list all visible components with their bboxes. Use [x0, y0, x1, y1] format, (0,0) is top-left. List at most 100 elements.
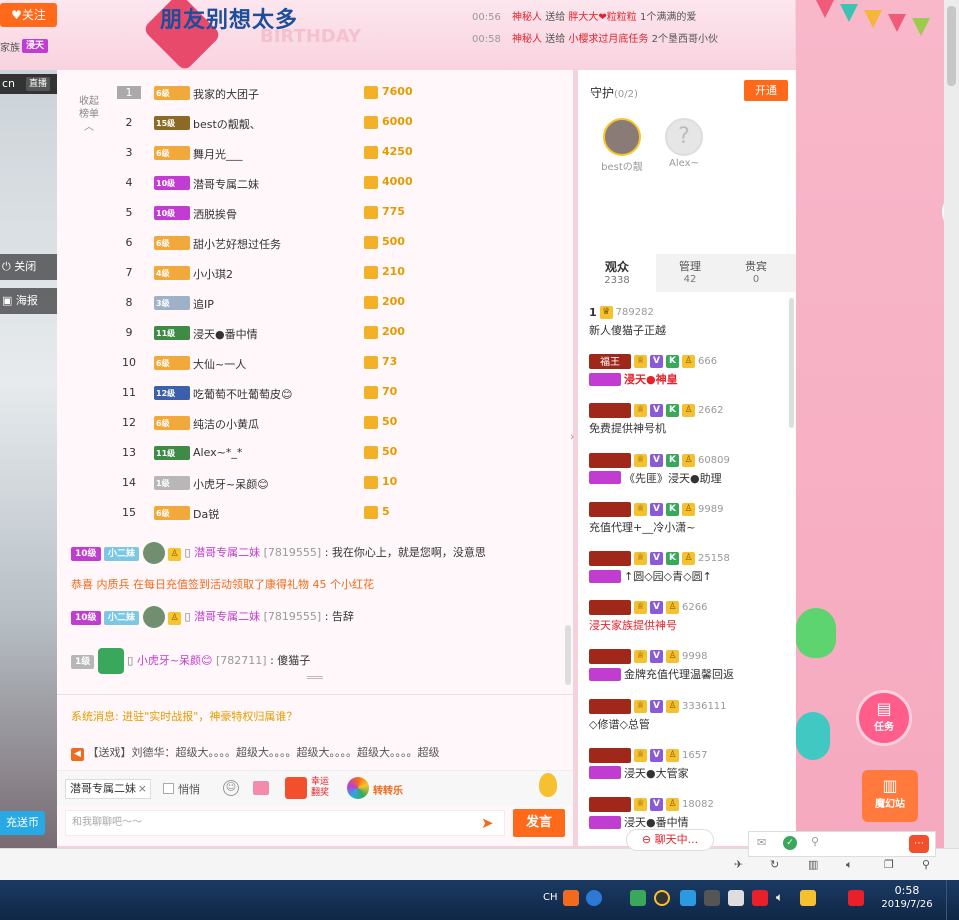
rank-user-name[interactable]: 甜小艺好想过任务	[193, 236, 281, 252]
rank-row[interactable]: 9 11级 浸天●番中情 200	[57, 318, 573, 348]
check-icon[interactable]: ✓	[783, 836, 797, 850]
rank-row[interactable]: 4 10级 潜哥专属二妹 4000	[57, 168, 573, 198]
emoji-icon[interactable]: ☺	[223, 780, 239, 796]
chat-scrollbar[interactable]	[565, 625, 571, 685]
tab-audience[interactable]: 观众 2338	[578, 254, 656, 292]
trash-icon[interactable]: ▥	[808, 858, 818, 871]
rank-row[interactable]: 1 6级 我家的大团子 7600	[57, 78, 573, 108]
send-button[interactable]: 发言	[513, 809, 565, 837]
audience-name[interactable]: ↑圆◇园◇青◇圆↑	[624, 568, 712, 584]
app-icon[interactable]	[728, 890, 744, 906]
audience-item[interactable]: ♕ V ♙ 1657 浸天●大管家	[589, 747, 789, 781]
avatar[interactable]	[97, 648, 124, 674]
audience-name[interactable]: 免费提供神号机	[589, 420, 666, 436]
rank-user-name[interactable]: Alex~*_*	[193, 446, 242, 459]
rank-user-name[interactable]: 大仙~一人	[193, 356, 246, 372]
audience-item[interactable]: 福王 ♕ V K ♙ 666 浸天●神皇	[589, 353, 789, 387]
rank-row[interactable]: 10 6级 大仙~一人 73	[57, 348, 573, 378]
audience-name[interactable]: 浸天●番中情	[624, 814, 689, 830]
collapse-arrow-icon[interactable]: ›	[570, 430, 574, 443]
cake-icon[interactable]	[253, 781, 269, 795]
rank-row[interactable]: 12 6级 纯洁の小黄瓜 50	[57, 408, 573, 438]
keyboard-icon[interactable]	[704, 890, 720, 906]
audience-name[interactable]: 充值代理+__冷小潇~	[589, 519, 695, 535]
audience-name[interactable]: 《先匪》浸天●助理	[624, 470, 722, 486]
clock[interactable]: 0:58 2019/7/26	[876, 884, 938, 910]
tab-vip[interactable]: 贵宾 0	[724, 254, 788, 292]
rank-user-name[interactable]: 舞月光___	[193, 146, 243, 162]
audience-name[interactable]: 浸天●大管家	[624, 765, 689, 781]
task-widget[interactable]: ▤ 任务	[856, 690, 912, 746]
rank-user-name[interactable]: 小虎牙~呆颜😊	[193, 476, 269, 492]
spin-label[interactable]: 转转乐	[373, 782, 403, 797]
rank-row[interactable]: 3 6级 舞月光___ 4250	[57, 138, 573, 168]
guard-member[interactable]: bestの靓	[600, 118, 644, 173]
rank-row[interactable]: 2 15级 bestの靓靓、 6000	[57, 108, 573, 138]
rank-row[interactable]: 7 4级 小小琪2 210	[57, 258, 573, 288]
message-icon[interactable]: ⋯	[909, 835, 929, 853]
app-icon[interactable]	[654, 890, 670, 906]
help-icon[interactable]	[586, 890, 602, 906]
audience-item[interactable]: ♕ V ♙ 9998 金牌充值代理温馨回返	[589, 648, 789, 682]
chat-user[interactable]: 潜哥专属二妹	[194, 546, 260, 559]
security-icon[interactable]	[752, 890, 768, 906]
rank-user-name[interactable]: Da锐	[193, 506, 219, 522]
rank-row[interactable]: 6 6级 甜小艺好想过任务 500	[57, 228, 573, 258]
input-method-icon[interactable]	[563, 890, 579, 906]
speaker-icon[interactable]: 🔈︎	[776, 890, 792, 906]
flag-icon[interactable]	[848, 890, 864, 906]
audience-name[interactable]: 金牌充值代理温馨回返	[624, 666, 734, 682]
rank-user-name[interactable]: 吃葡萄不吐葡萄皮😊	[193, 386, 292, 402]
window-icon[interactable]: ❐	[884, 858, 894, 871]
rank-row[interactable]: 13 11级 Alex~*_* 50	[57, 438, 573, 468]
poster-button[interactable]: ▣ 海报	[0, 288, 57, 314]
rank-user-name[interactable]: bestの靓靓、	[193, 116, 261, 132]
follow-button[interactable]: ♥关注	[0, 3, 57, 27]
chat-input[interactable]: 和我聊聊吧～～	[65, 810, 505, 836]
audience-name[interactable]: 浸天●神皇	[624, 371, 678, 387]
close-icon[interactable]: ×	[138, 780, 147, 798]
rank-user-name[interactable]: 小小琪2	[193, 266, 233, 282]
chat-user[interactable]: 小虎牙~呆颜😊	[137, 654, 213, 667]
spin-wheel-icon[interactable]	[347, 777, 369, 799]
whisper-checkbox[interactable]	[163, 783, 174, 794]
shield-icon[interactable]	[800, 890, 816, 906]
network-icon[interactable]	[680, 890, 696, 906]
rank-row[interactable]: 5 10级 洒脱挨骨 775	[57, 198, 573, 228]
avatar[interactable]	[142, 606, 165, 628]
rocket-icon[interactable]: ✈	[734, 858, 743, 871]
tab-admin[interactable]: 管理 42	[656, 254, 724, 292]
chat-user[interactable]: 潜哥专属二妹	[194, 610, 260, 623]
drag-handle[interactable]	[307, 676, 323, 679]
rank-user-name[interactable]: 潜哥专属二妹	[193, 176, 259, 192]
close-video-button[interactable]: ⏻ 关闭	[0, 254, 57, 280]
target-user-select[interactable]: 潜哥专属二妹 ×	[65, 779, 151, 799]
volume-icon[interactable]: 🔈︎	[846, 858, 853, 872]
audience-scrollbar[interactable]	[789, 298, 794, 428]
audience-name[interactable]: ◇修谱◇总管	[589, 716, 650, 732]
audience-item[interactable]: ♕ V K ♙ 25158 ↑圆◇园◇青◇圆↑	[589, 550, 789, 584]
wechat-icon[interactable]	[630, 890, 646, 906]
chat-status-button[interactable]: ⊖ 聊天中...	[626, 829, 714, 851]
rank-user-name[interactable]: 我家的大团子	[193, 86, 259, 102]
zoom-icon[interactable]: ⚲	[922, 858, 930, 871]
rank-user-name[interactable]: 纯洁の小黄瓜	[193, 416, 259, 432]
page-scrollbar-thumb[interactable]	[947, 6, 956, 86]
show-desktop-button[interactable]	[946, 880, 959, 920]
rank-row[interactable]: 8 3级 追IP 200	[57, 288, 573, 318]
mail-icon[interactable]: ✉	[757, 836, 766, 849]
rank-row[interactable]: 14 1级 小虎牙~呆颜😊 10	[57, 468, 573, 498]
rank-row[interactable]: 15 6级 Da锐 5	[57, 498, 573, 528]
audience-item[interactable]: ♕ V ♙ 18082 浸天●番中情	[589, 796, 789, 830]
rank-row[interactable]: 11 12级 吃葡萄不吐葡萄皮😊 70	[57, 378, 573, 408]
lang-indicator[interactable]: CH	[543, 892, 558, 903]
audience-item[interactable]: ♕ V ♙ 3336111 ◇修谱◇总管	[589, 698, 789, 732]
send-plane-icon[interactable]: ➤	[481, 814, 494, 832]
recharge-button[interactable]: 充送币	[0, 811, 45, 835]
egg-icon[interactable]	[539, 773, 557, 797]
open-guard-button[interactable]: 开通	[744, 80, 788, 101]
search-icon[interactable]: ⚲	[811, 835, 819, 848]
audience-item[interactable]: ♕ V K ♙ 2662 免费提供神号机	[589, 402, 789, 436]
audience-item[interactable]: ♕ V K ♙ 9989 充值代理+__冷小潇~	[589, 501, 789, 535]
page-scrollbar[interactable]	[944, 0, 959, 848]
